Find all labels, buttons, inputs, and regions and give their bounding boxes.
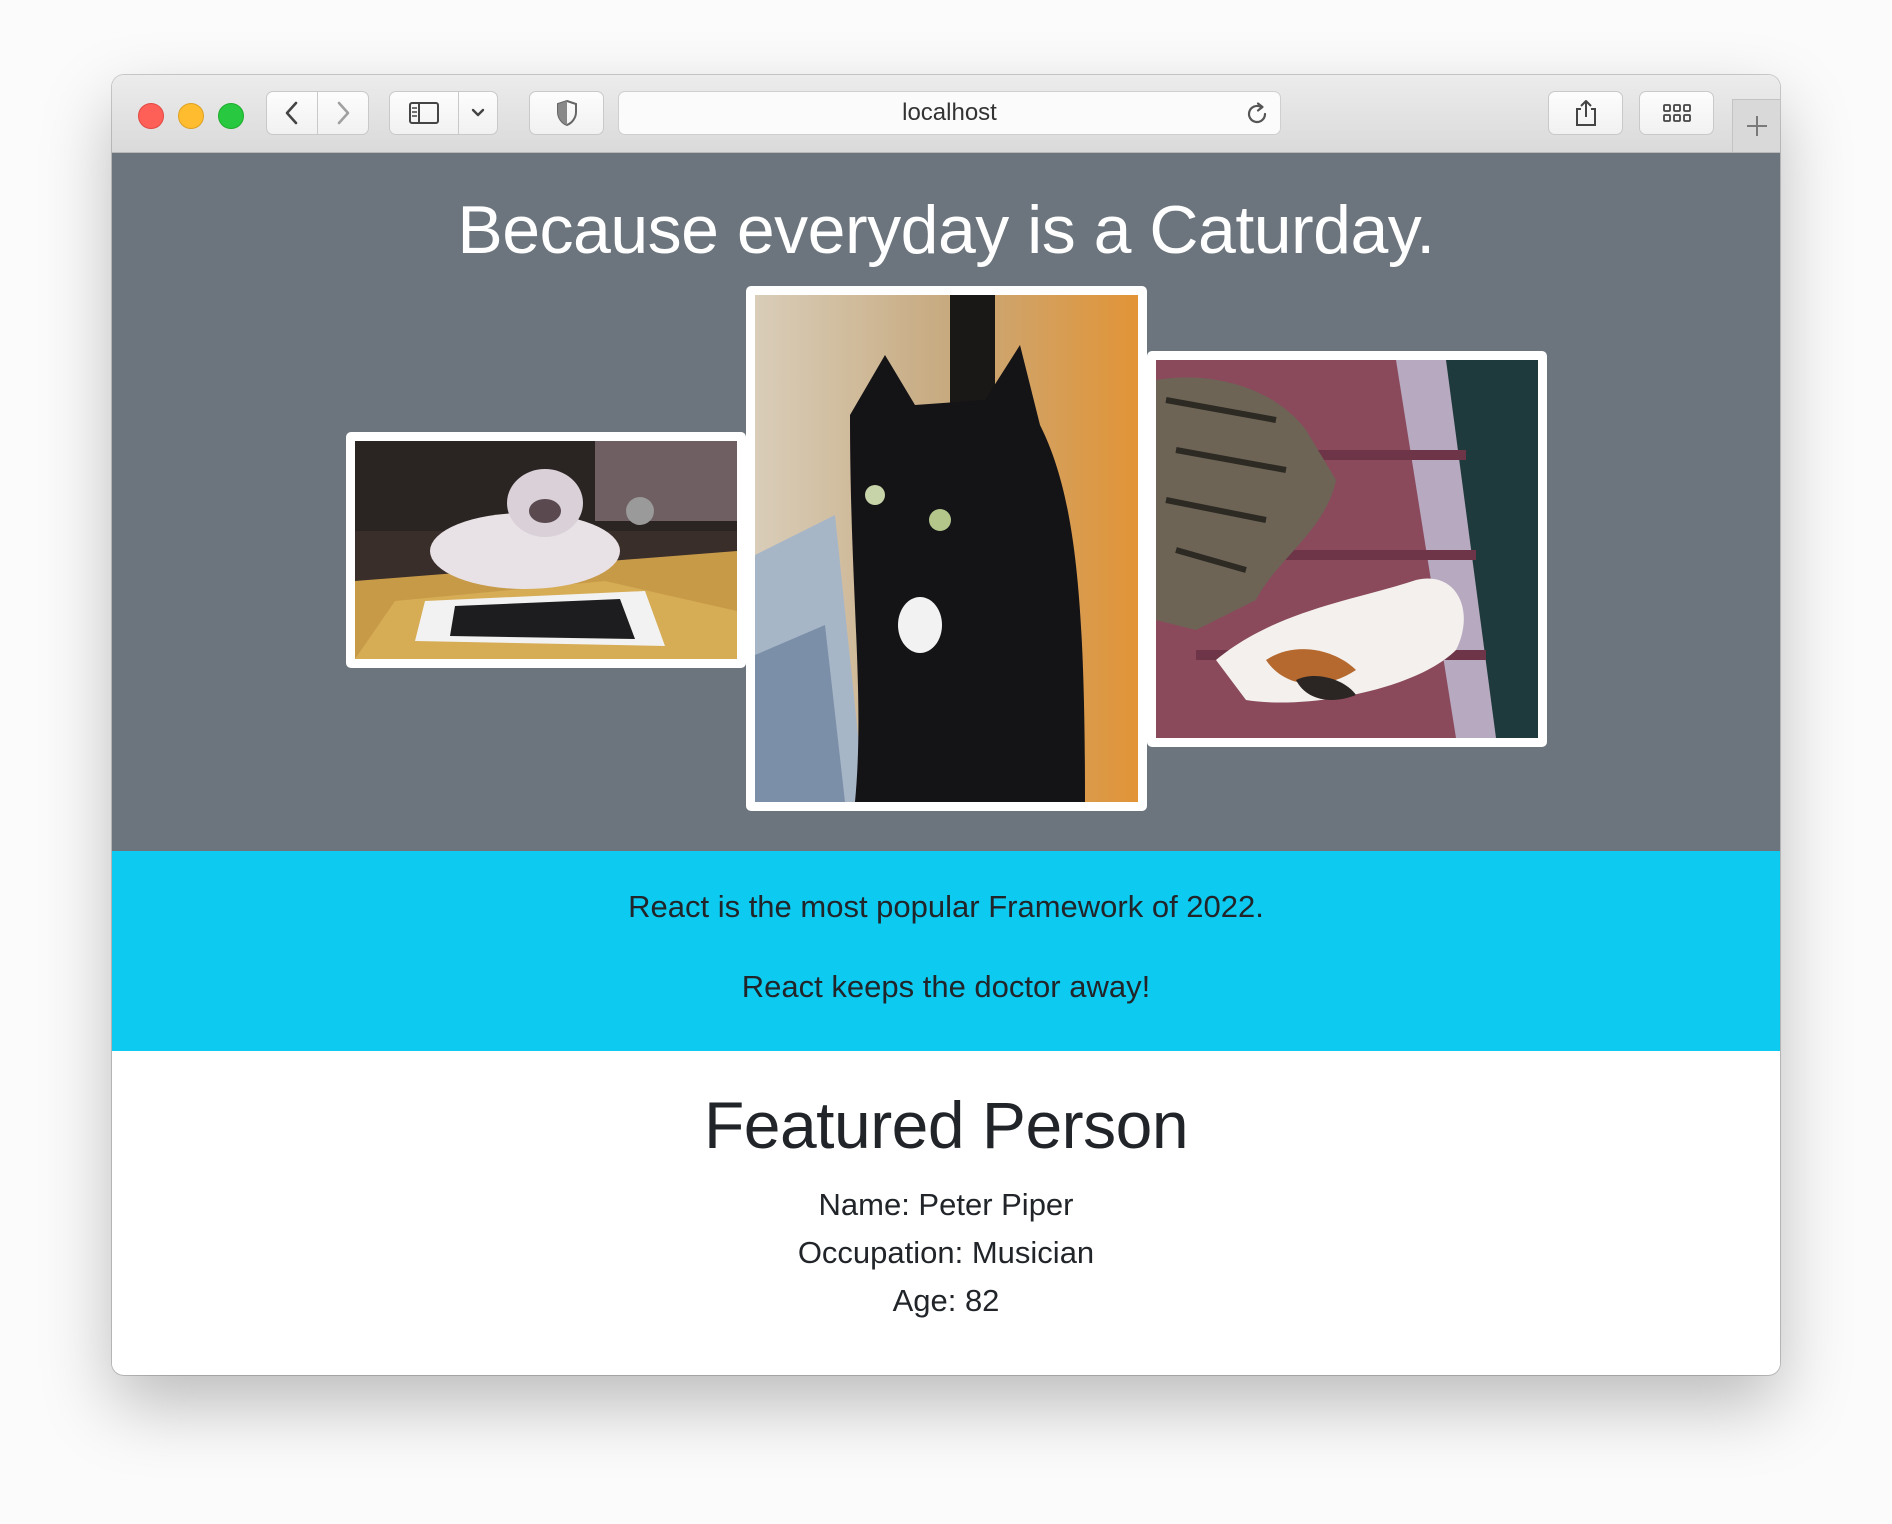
desktop-background: localhost Because everyday is a Caturday… bbox=[0, 0, 1892, 1524]
person-age: Age: 82 bbox=[892, 1283, 1000, 1318]
address-text: localhost bbox=[902, 99, 997, 126]
shield-icon bbox=[556, 99, 577, 127]
privacy-report-button[interactable] bbox=[529, 91, 604, 135]
plus-icon bbox=[1746, 116, 1767, 136]
zoom-window-button[interactable] bbox=[218, 103, 244, 129]
tab-overview-button[interactable] bbox=[1639, 91, 1714, 135]
address-bar[interactable]: localhost bbox=[618, 91, 1281, 135]
browser-toolbar: localhost bbox=[112, 75, 1780, 153]
forward-button[interactable] bbox=[317, 91, 369, 135]
reload-icon[interactable] bbox=[1244, 101, 1270, 127]
back-button[interactable] bbox=[266, 91, 318, 135]
sidebar-icon bbox=[409, 102, 439, 124]
cat-image-3 bbox=[1147, 351, 1547, 747]
back-icon bbox=[285, 101, 298, 125]
cat-photo-2 bbox=[755, 295, 1138, 802]
minimize-window-button[interactable] bbox=[178, 103, 204, 129]
featured-person-section: Featured Person Name: Peter Piper Occupa… bbox=[112, 1051, 1780, 1373]
person-occupation: Occupation: Musician bbox=[797, 1235, 1095, 1270]
chevron-down-icon bbox=[471, 108, 485, 117]
info-band: React is the most popular Framework of 2… bbox=[112, 851, 1780, 1051]
close-window-button[interactable] bbox=[138, 103, 164, 129]
page-content: Because everyday is a Caturday. React is… bbox=[112, 153, 1780, 1373]
share-icon bbox=[1575, 100, 1596, 126]
tab-overview-icon bbox=[1662, 104, 1691, 122]
info-text-doctor: React keeps the doctor away! bbox=[741, 969, 1151, 1004]
new-tab-button[interactable] bbox=[1732, 99, 1780, 152]
cat-photo-1 bbox=[355, 441, 737, 659]
browser-window: localhost Because everyday is a Caturday… bbox=[112, 75, 1780, 1375]
person-name: Name: Peter Piper bbox=[818, 1187, 1074, 1222]
cat-image-1 bbox=[346, 432, 746, 668]
cat-image-2 bbox=[746, 286, 1147, 811]
info-text-framework: React is the most popular Framework of 2… bbox=[628, 889, 1264, 924]
cat-photo-3 bbox=[1156, 360, 1538, 738]
share-button[interactable] bbox=[1548, 91, 1623, 135]
sidebar-menu-button[interactable] bbox=[458, 91, 498, 135]
sidebar-toggle-button[interactable] bbox=[389, 91, 459, 135]
forward-icon bbox=[337, 101, 350, 125]
featured-person-title: Featured Person bbox=[703, 1088, 1189, 1162]
hero-section: Because everyday is a Caturday. bbox=[112, 153, 1780, 851]
hero-title: Because everyday is a Caturday. bbox=[457, 192, 1435, 268]
